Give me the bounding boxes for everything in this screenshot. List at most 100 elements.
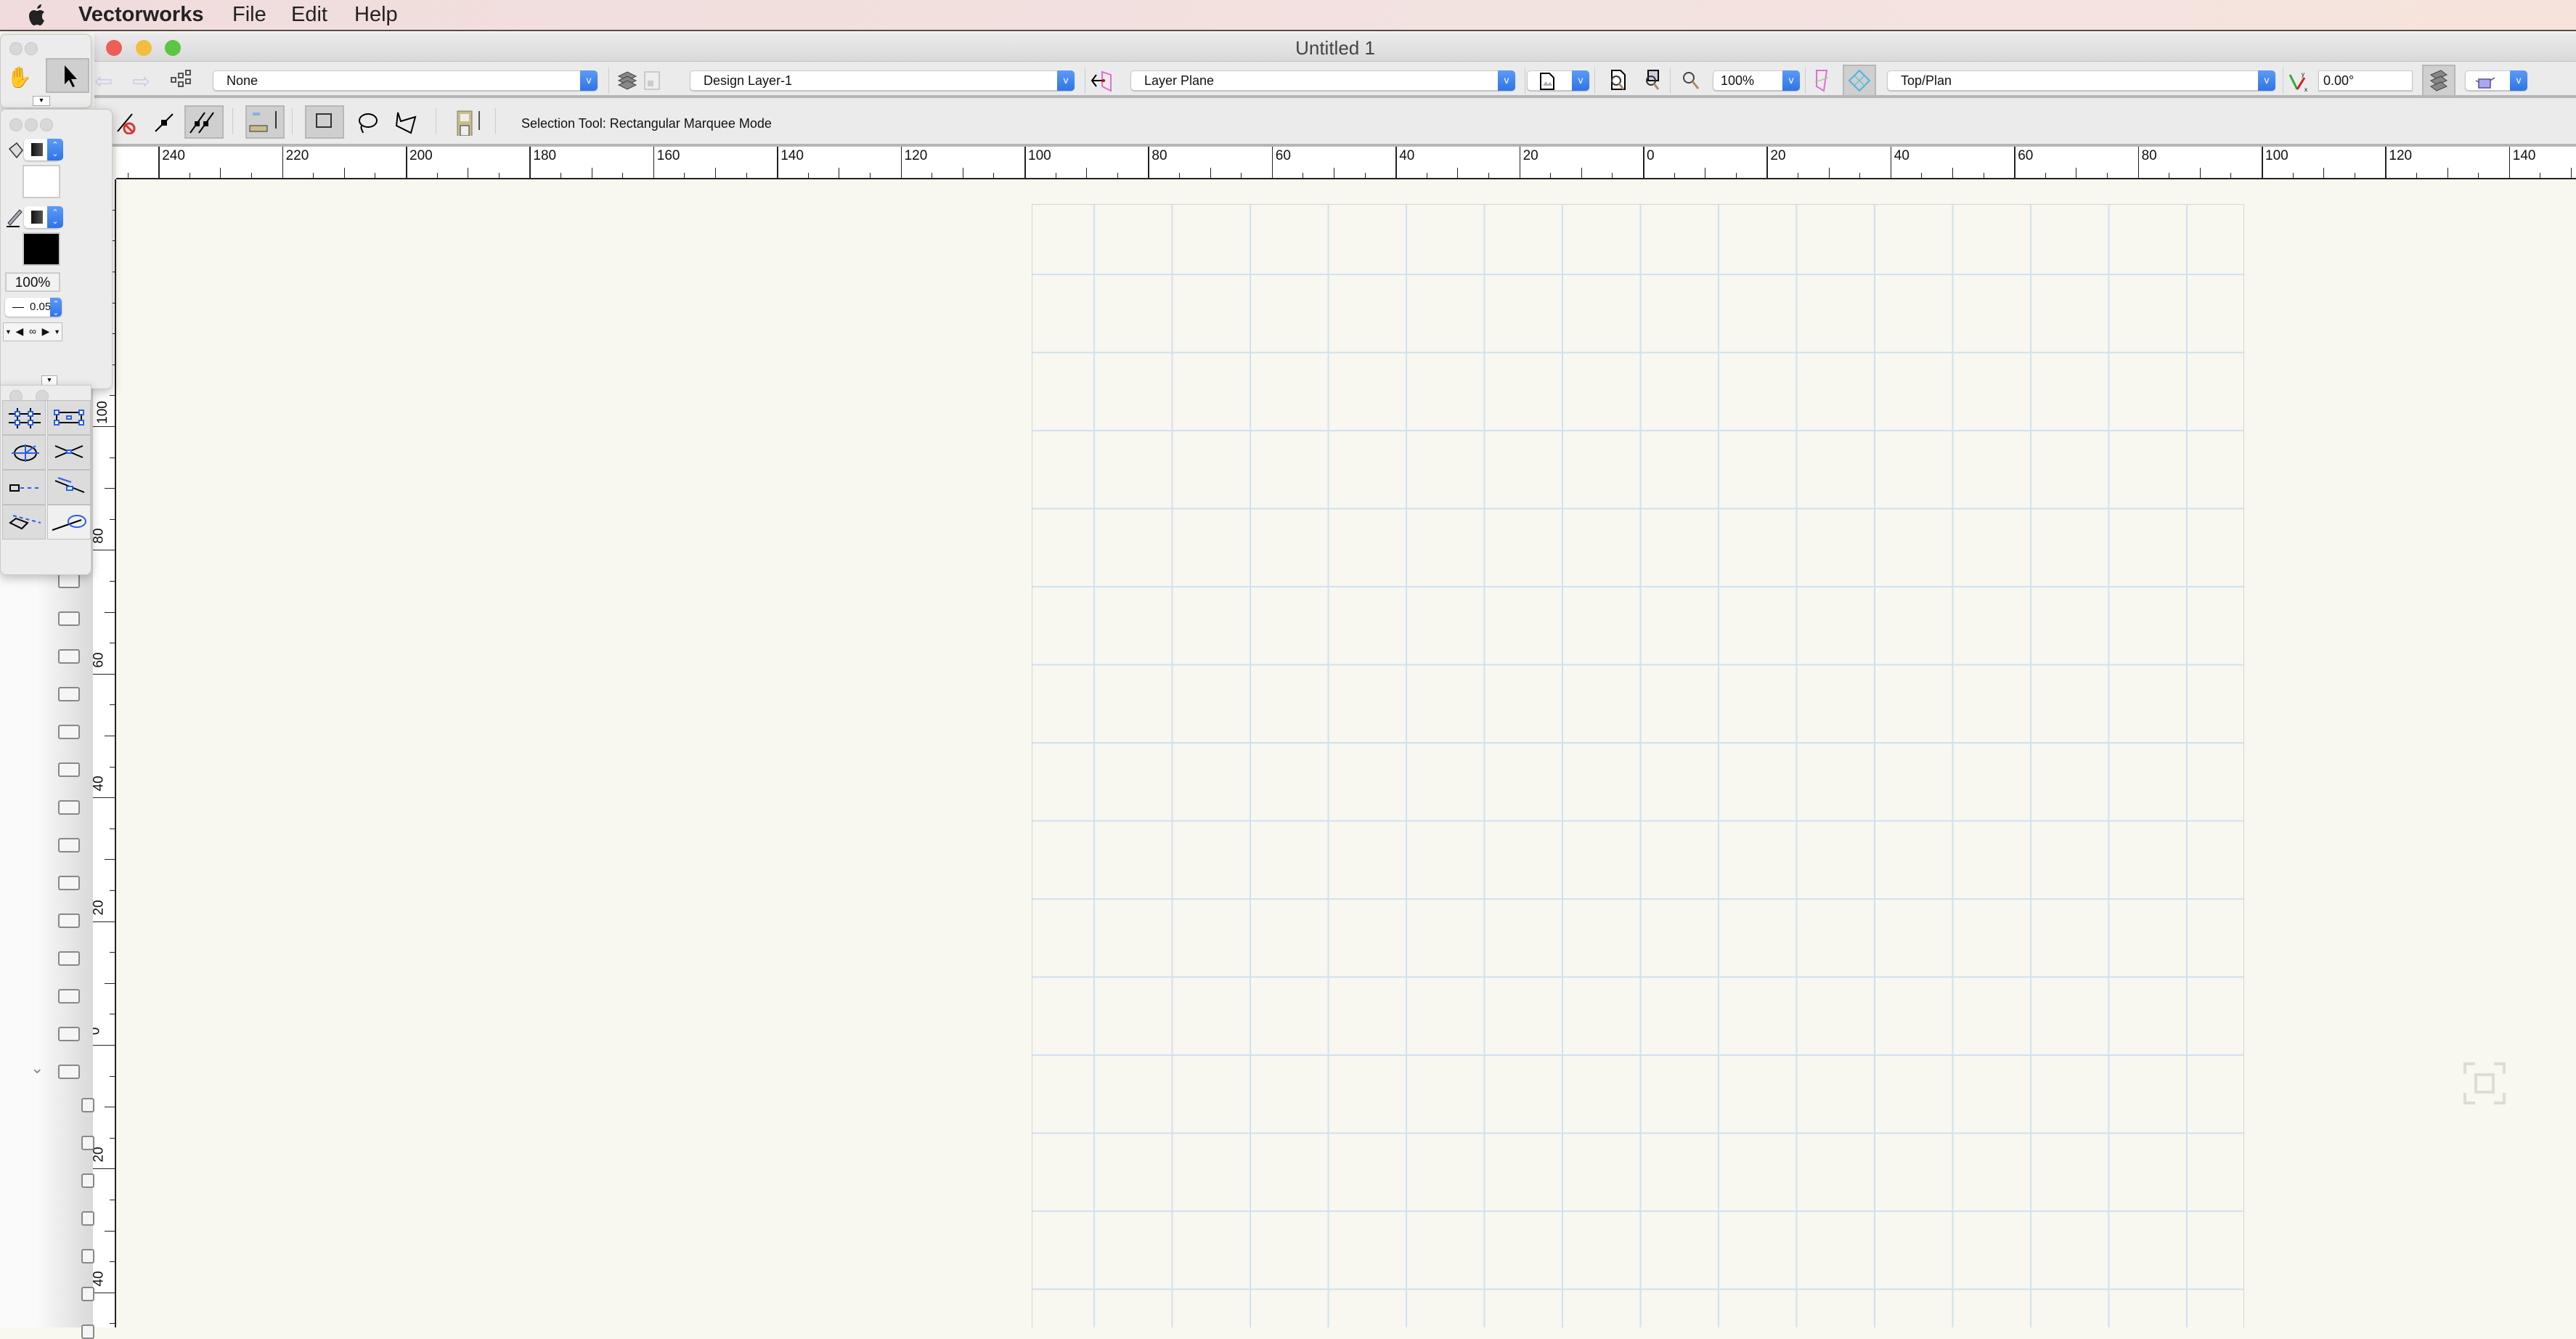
layer-options-icon[interactable]: [640, 69, 664, 92]
folder-icon[interactable]: [58, 913, 80, 928]
folder-icon[interactable]: [58, 611, 80, 626]
snap-to-object-button[interactable]: [47, 400, 91, 435]
folder-icon[interactable]: [81, 1249, 94, 1263]
rotate-plan-icon[interactable]: yx: [2287, 69, 2310, 92]
back-arrow-icon[interactable]: ⇦: [94, 69, 118, 92]
class-hierarchy-icon[interactable]: [170, 69, 193, 92]
folder-icon[interactable]: [81, 1324, 94, 1339]
palette-close-button[interactable]: [9, 42, 23, 55]
plane-value: Layer Plane: [1144, 73, 1214, 88]
working-plane-icon[interactable]: [1089, 69, 1112, 92]
folder-icon[interactable]: [58, 876, 80, 890]
opacity-field[interactable]: 100%: [5, 272, 60, 292]
snap-to-angle-button[interactable]: [2, 435, 46, 470]
ruler-label: 160: [657, 148, 680, 164]
smart-edge-button[interactable]: [2, 470, 46, 505]
folder-icon[interactable]: [58, 1065, 80, 1079]
top-plan-view-button[interactable]: [1843, 65, 1876, 97]
pan-hand-icon[interactable]: ✋: [7, 65, 32, 89]
lasso-icon[interactable]: [356, 111, 379, 134]
apple-icon[interactable]: [28, 4, 48, 27]
ruler-tick: [1952, 168, 1953, 178]
drawing-page-grid[interactable]: [1032, 204, 2244, 1327]
magnifier-icon[interactable]: [1680, 69, 1703, 92]
chevron-down-icon[interactable]: ⌄: [30, 1059, 44, 1078]
ruler-tick: [1612, 173, 1613, 178]
folder-icon[interactable]: [81, 1211, 94, 1226]
fill-color-swatch[interactable]: [23, 165, 60, 198]
menu-edit[interactable]: Edit: [291, 3, 327, 27]
palette-close-button[interactable]: [9, 118, 23, 131]
render-options-dropdown[interactable]: v: [2465, 70, 2527, 91]
angle-snap-icon: [3, 436, 45, 469]
layers-icon[interactable]: [616, 69, 639, 92]
forward-arrow-icon[interactable]: ⇨: [132, 69, 155, 92]
expand-palette-icon[interactable]: ▼: [33, 96, 50, 106]
menu-app[interactable]: Vectorworks: [78, 3, 203, 27]
folder-icon[interactable]: [81, 1173, 94, 1188]
line-thickness-dropdown[interactable]: 0.05⌃⌄: [5, 298, 62, 317]
ruler-tick: [1365, 173, 1366, 178]
ruler-tick: [93, 1168, 115, 1169]
folder-icon[interactable]: [58, 951, 80, 966]
snap-to-tangent-button[interactable]: [47, 505, 91, 540]
folder-icon[interactable]: [81, 1098, 94, 1112]
selection-tool-button[interactable]: [46, 58, 89, 93]
top-view-icon: [1844, 66, 1875, 95]
render-mode-button[interactable]: [2422, 65, 2455, 97]
plane-mode-icon[interactable]: [1811, 69, 1834, 92]
menu-file[interactable]: File: [232, 3, 266, 27]
multiple-reshape-mode-button[interactable]: [184, 105, 224, 139]
ignore-groups-icon[interactable]: [455, 108, 486, 136]
fit-to-page-icon[interactable]: [1606, 69, 1629, 92]
folder-icon[interactable]: [81, 1136, 94, 1150]
sheet-dropdown[interactable]: v: [1527, 70, 1589, 91]
pen-style-dropdown[interactable]: ⌃⌄: [24, 206, 60, 228]
fit-to-objects-icon[interactable]: [1641, 69, 1664, 92]
ruler-tick: [2262, 147, 2263, 178]
smart-points-button[interactable]: [47, 435, 91, 470]
page-boundary-icon[interactable]: [2463, 1062, 2506, 1104]
layer-dropdown[interactable]: Design Layer-1v: [690, 70, 1075, 91]
fill-style-dropdown[interactable]: ⌃⌄: [24, 139, 60, 160]
palette-collapse-button[interactable]: [25, 42, 38, 55]
snap-to-surface-button[interactable]: [2, 505, 46, 540]
folder-icon[interactable]: [58, 574, 80, 588]
polygon-marquee-icon[interactable]: [395, 111, 418, 134]
zoom-dropdown[interactable]: 100%v: [1713, 70, 1800, 91]
rotation-value: 0.00°: [2323, 73, 2354, 88]
folder-icon[interactable]: [81, 1287, 94, 1301]
rectangular-marquee-button[interactable]: [305, 105, 344, 139]
horizontal-ruler[interactable]: 2402202001801601401201008060402002040608…: [116, 147, 2576, 179]
wireframe-icon: [2424, 66, 2454, 95]
snap-to-distance-button[interactable]: [47, 470, 91, 505]
no-reshape-mode-icon[interactable]: [115, 111, 138, 134]
folder-icon[interactable]: [58, 762, 80, 777]
link-icon[interactable]: ∞: [26, 323, 39, 341]
single-object-resize-mode-icon[interactable]: [152, 111, 176, 134]
start-marker-dropdown-icon[interactable]: ▼: [4, 323, 13, 341]
expand-palette-icon[interactable]: ▼: [41, 375, 57, 386]
folder-icon[interactable]: [58, 800, 80, 815]
ruler-tick: [406, 147, 407, 178]
class-dropdown[interactable]: Nonev: [213, 70, 598, 91]
folder-icon[interactable]: [58, 838, 80, 852]
folder-icon[interactable]: [58, 989, 80, 1004]
end-marker-dropdown-icon[interactable]: ▼: [52, 323, 62, 341]
palette-zoom-button[interactable]: [40, 118, 53, 131]
folder-icon[interactable]: [58, 649, 80, 664]
folder-icon[interactable]: [58, 725, 80, 739]
view-dropdown[interactable]: Top/Planv: [1887, 70, 2275, 91]
snap-to-grid-button[interactable]: [2, 400, 46, 435]
plane-dropdown[interactable]: Layer Planev: [1130, 70, 1515, 91]
start-arrow-icon[interactable]: ◀: [13, 323, 26, 341]
palette-collapse-button[interactable]: [25, 118, 38, 131]
alignment-mode-button[interactable]: [245, 105, 285, 139]
folder-icon[interactable]: [58, 1027, 80, 1041]
menu-help[interactable]: Help: [354, 3, 398, 27]
ruler-label: 60: [93, 652, 107, 667]
pen-color-swatch[interactable]: [23, 232, 60, 266]
end-arrow-icon[interactable]: ▶: [39, 323, 52, 341]
folder-icon[interactable]: [58, 687, 80, 701]
rotation-input[interactable]: 0.00°: [2318, 70, 2413, 91]
